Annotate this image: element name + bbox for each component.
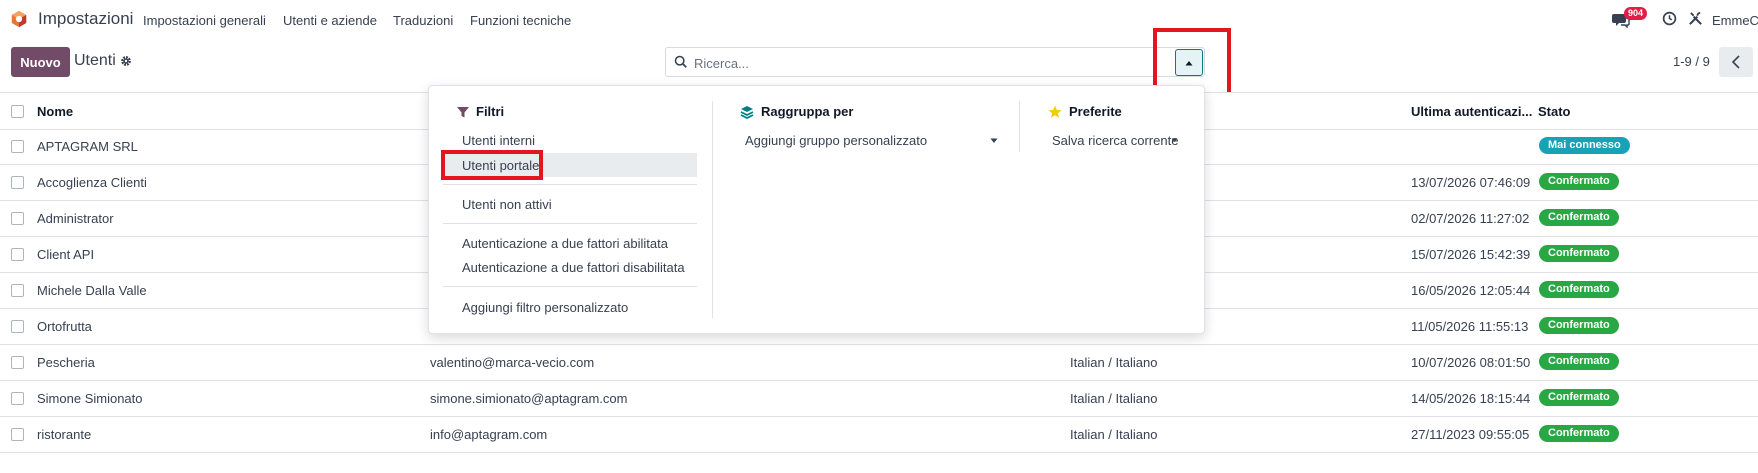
status-badge: Confermato: [1539, 209, 1619, 226]
row-checkbox[interactable]: [11, 356, 24, 369]
filter-inactive-users[interactable]: Utenti non attivi: [462, 197, 552, 212]
row-language: Italian / Italiano: [1070, 391, 1158, 406]
row-name: Michele Dalla Valle: [37, 283, 147, 298]
row-name: Accoglienza Clienti: [37, 175, 147, 190]
status-badge: Mai connesso: [1539, 137, 1630, 154]
filter-internal-users[interactable]: Utenti interni: [462, 133, 535, 148]
add-custom-filter[interactable]: Aggiungi filtro personalizzato: [462, 300, 628, 315]
row-checkbox[interactable]: [11, 176, 24, 189]
status-badge: Confermato: [1539, 353, 1619, 370]
tools-icon[interactable]: [1688, 11, 1703, 26]
row-checkbox[interactable]: [11, 392, 24, 405]
row-language: Italian / Italiano: [1070, 355, 1158, 370]
row-last-auth: 02/07/2026 11:27:02: [1411, 211, 1530, 226]
menu-impostazioni-generali[interactable]: Impostazioni generali: [143, 13, 266, 28]
groupby-title: Raggruppa per: [761, 104, 854, 119]
status-badge: Confermato: [1539, 317, 1619, 334]
status-badge: Confermato: [1539, 281, 1619, 298]
row-checkbox[interactable]: [11, 212, 24, 225]
row-name: Client API: [37, 247, 95, 262]
row-email: info@aptagram.com: [430, 427, 548, 442]
layers-icon: [740, 106, 754, 119]
row-name: ristorante: [37, 427, 92, 442]
select-all-checkbox[interactable]: [11, 105, 24, 118]
status-badge: Confermato: [1539, 389, 1619, 406]
menu-utenti-e-aziende[interactable]: Utenti e aziende: [283, 13, 377, 28]
highlight-portal-filter-annotation: [441, 150, 543, 180]
filter-2fa-enabled[interactable]: Autenticazione a due fattori abilitata: [462, 236, 668, 251]
row-last-auth: 16/05/2026 12:05:44: [1411, 283, 1531, 298]
row-checkbox[interactable]: [11, 428, 24, 441]
save-current-search[interactable]: Salva ricerca corrente: [1052, 133, 1178, 148]
search-bar: [665, 47, 1205, 77]
chevron-left-icon: [1731, 55, 1740, 69]
top-navbar: Impostazioni Impostazioni generali Utent…: [0, 0, 1758, 40]
row-email: valentino@marca-vecio.com: [430, 355, 595, 370]
filter-separator: [443, 184, 697, 185]
row-last-auth: 11/05/2026 11:55:13: [1411, 319, 1529, 334]
status-badge: Confermato: [1539, 173, 1619, 190]
row-last-auth: 15/07/2026 15:42:39: [1411, 247, 1531, 262]
status-badge: Confermato: [1539, 245, 1619, 262]
filter-separator: [443, 286, 697, 287]
row-last-auth: 10/07/2026 08:01:50: [1411, 355, 1531, 370]
status-badge: Confermato: [1539, 425, 1619, 442]
search-options-dropdown: Filtri Utenti interni Utenti portale Ute…: [428, 85, 1205, 334]
menu-traduzioni[interactable]: Traduzioni: [393, 13, 453, 28]
filter-icon: [457, 107, 469, 118]
column-header-last-auth[interactable]: Ultima autenticazi...: [1411, 104, 1532, 119]
filters-title: Filtri: [476, 104, 505, 119]
app-logo-icon[interactable]: [10, 10, 28, 28]
caret-down-icon: [1171, 138, 1178, 143]
row-last-auth: 14/05/2026 18:15:44: [1411, 391, 1531, 406]
search-icon: [674, 55, 687, 68]
caret-down-icon[interactable]: [990, 138, 998, 144]
row-checkbox[interactable]: [11, 284, 24, 297]
breadcrumb: Utenti: [74, 52, 116, 69]
chat-count-badge: 904: [1624, 7, 1648, 20]
pager-value[interactable]: 1-9 / 9: [1673, 54, 1710, 69]
table-row[interactable]: Simone Simionato simone.simionato@aptagr…: [0, 381, 1758, 417]
row-checkbox[interactable]: [11, 140, 24, 153]
row-checkbox[interactable]: [11, 320, 24, 333]
table-row[interactable]: Pescheria valentino@marca-vecio.com Ital…: [0, 345, 1758, 381]
column-header-name[interactable]: Nome: [37, 104, 73, 119]
row-language: Italian / Italiano: [1070, 427, 1158, 442]
new-button[interactable]: Nuovo: [11, 47, 70, 77]
filter-separator: [443, 223, 697, 224]
favorites-title: Preferite: [1069, 104, 1122, 119]
row-checkbox[interactable]: [11, 248, 24, 261]
app-name[interactable]: Impostazioni: [38, 9, 133, 29]
section-divider: [712, 101, 713, 318]
clock-icon[interactable]: [1662, 11, 1677, 26]
row-name: Ortofrutta: [37, 319, 92, 334]
pager-prev-button[interactable]: [1719, 47, 1753, 77]
add-custom-group-select[interactable]: Aggiungi gruppo personalizzato: [745, 133, 927, 148]
gear-icon[interactable]: [120, 55, 132, 67]
row-name: Simone Simionato: [37, 391, 143, 406]
menu-funzioni-tecniche[interactable]: Funzioni tecniche: [470, 13, 571, 28]
user-name[interactable]: EmmeCi: [1712, 13, 1758, 28]
star-icon: [1048, 105, 1062, 118]
search-input[interactable]: [694, 53, 1114, 73]
column-header-status[interactable]: Stato: [1538, 104, 1571, 119]
filter-2fa-disabled[interactable]: Autenticazione a due fattori disabilitat…: [462, 260, 685, 275]
row-name: APTAGRAM SRL: [37, 139, 138, 154]
section-divider: [1019, 101, 1020, 152]
row-name: Pescheria: [37, 355, 95, 370]
row-last-auth: 27/11/2023 09:55:05: [1411, 427, 1530, 442]
row-last-auth: 13/07/2026 07:46:09: [1411, 175, 1531, 190]
row-name: Administrator: [37, 211, 114, 226]
row-email: simone.simionato@aptagram.com: [430, 391, 628, 406]
table-row[interactable]: ristorante info@aptagram.com Italian / I…: [0, 417, 1758, 453]
